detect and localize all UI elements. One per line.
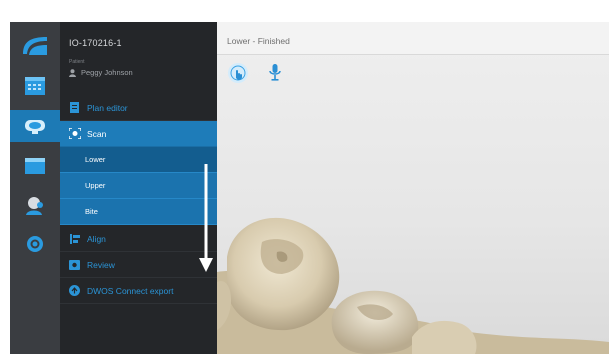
patient-label: Patient [69, 59, 85, 65]
down-arrow-annotation [199, 164, 213, 272]
app-window: IO-170216-1 Patient Peggy Johnson Plan e… [10, 22, 609, 354]
scan-viewport[interactable]: Lower - Finished [217, 22, 609, 354]
microphone-icon[interactable] [265, 63, 285, 83]
nav-item-review[interactable]: Review [60, 252, 217, 278]
tooth-3d-model[interactable] [217, 212, 609, 354]
patient-row[interactable]: Peggy Johnson [69, 68, 133, 77]
review-icon [68, 258, 81, 271]
nav-item-align[interactable]: Align [60, 226, 217, 252]
patient-name: Peggy Johnson [81, 68, 133, 77]
plan-editor-icon [68, 101, 81, 114]
logo-icon[interactable] [17, 30, 53, 62]
nav-item-export[interactable]: DWOS Connect export [60, 278, 217, 304]
icon-rail [10, 22, 60, 354]
case-id: IO-170216-1 [69, 38, 122, 48]
scan-step-lower[interactable]: Lower [60, 147, 217, 173]
scan-step-upper[interactable]: Upper [60, 173, 217, 199]
window-icon[interactable] [17, 150, 53, 182]
patient-icon[interactable] [17, 190, 53, 222]
nav-item-label: DWOS Connect export [87, 285, 174, 296]
nav-item-scan[interactable]: Scan [60, 121, 217, 147]
calendar-icon[interactable] [17, 70, 53, 102]
nav-item-label: Scan [87, 128, 107, 139]
nav-item-label: Plan editor [87, 102, 128, 113]
align-icon [68, 232, 81, 245]
nav-item-label: Review [87, 259, 115, 270]
export-icon [68, 284, 81, 297]
scan-status: Lower - Finished [227, 36, 290, 46]
person-icon [69, 68, 76, 77]
scan-step-bite[interactable]: Bite [60, 199, 217, 225]
nav-item-plan-editor[interactable]: Plan editor [60, 95, 217, 121]
nav-item-label: Align [87, 233, 106, 244]
scan-device-icon[interactable] [10, 110, 60, 142]
scan-icon [68, 127, 81, 140]
navigation-panel: IO-170216-1 Patient Peggy Johnson Plan e… [60, 22, 217, 354]
viewport-header: Lower - Finished [217, 22, 609, 55]
hand-touch-icon[interactable] [228, 63, 248, 83]
settings-icon[interactable] [17, 228, 53, 260]
